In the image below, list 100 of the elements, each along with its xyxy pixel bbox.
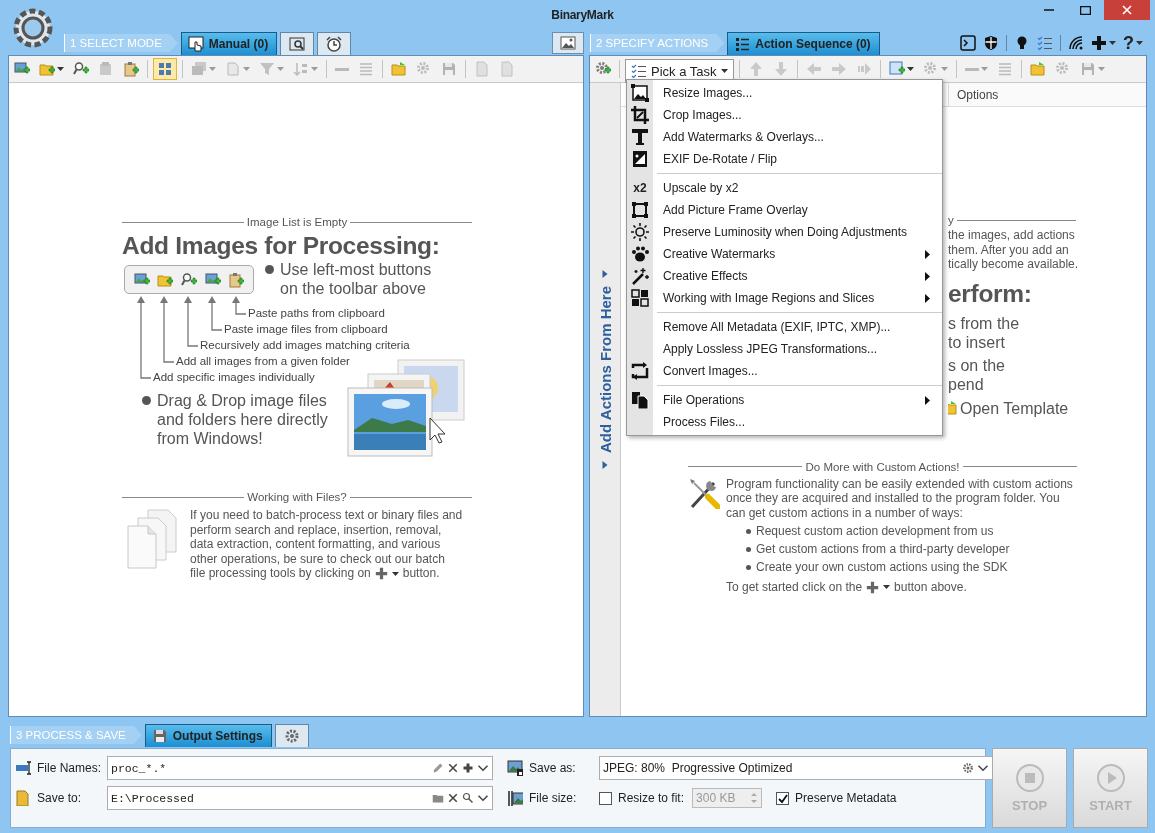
caret-icon	[57, 67, 64, 71]
text: file processing tools by clicking on	[190, 566, 371, 581]
section-title: y	[948, 214, 955, 226]
list-item: Get custom actions from a third-party developer	[756, 542, 1010, 557]
image-add-icon	[14, 61, 30, 77]
document-icon	[499, 61, 515, 77]
heading: erform:	[948, 278, 1033, 309]
clipboard-add-icon	[228, 271, 245, 288]
menu-item[interactable]: Apply Lossless JPEG Transformations...	[627, 338, 942, 360]
tab[interactable]: Output Settings	[144, 724, 272, 747]
tab[interactable]: Manual (0)	[180, 32, 278, 55]
play-icon	[1096, 763, 1125, 792]
resize-icon	[631, 84, 649, 102]
task-picker-dropdown[interactable]: Pick a Task	[625, 58, 734, 83]
menu-item[interactable]: File Operations	[627, 389, 942, 411]
tab[interactable]	[274, 724, 309, 747]
folder-icon	[948, 400, 958, 417]
frame-icon	[631, 201, 649, 219]
tools-icon	[688, 476, 720, 509]
list-icon	[358, 61, 374, 77]
tip-text: s on the	[948, 355, 1006, 375]
folder-icon	[15, 790, 31, 806]
paw-icon	[631, 245, 649, 263]
menu-item[interactable]: Creative Watermarks	[627, 243, 942, 265]
app-logo: BinaryMark	[551, 8, 614, 22]
submenu-arrow-icon	[925, 249, 930, 259]
open-template-link[interactable]: Open Template	[960, 398, 1069, 418]
text: button.	[402, 566, 440, 581]
checklist-icon	[631, 63, 647, 79]
tab[interactable]	[317, 32, 352, 55]
save-icon	[151, 728, 168, 744]
search-icon	[289, 36, 306, 52]
image-add-icon	[133, 271, 150, 288]
folder-icon	[432, 792, 444, 804]
text: To get started click on the	[726, 579, 863, 595]
magnifier-add-icon	[73, 61, 89, 77]
minus-icon	[964, 67, 979, 71]
gear-icon	[1054, 61, 1071, 77]
menu-item[interactable]: x2 Upscale by x2	[627, 177, 942, 199]
menu-item[interactable]: Convert Images...	[627, 360, 942, 382]
plus-button[interactable]	[1091, 35, 1116, 51]
menu-item[interactable]: Crop Images...	[627, 104, 942, 126]
image-add-icon	[204, 271, 221, 288]
square-add-icon	[888, 61, 905, 77]
menu-item[interactable]: Process Files...	[627, 411, 942, 433]
list-item: Request custom action development from us	[756, 524, 994, 539]
rotate-icon	[631, 150, 649, 168]
caret-icon	[883, 585, 891, 590]
callout-label: Paste paths from clipboard	[248, 306, 385, 320]
settings-icon[interactable]	[11, 6, 55, 50]
checkbox[interactable]	[599, 791, 612, 805]
help-button[interactable]: ?	[1123, 34, 1143, 52]
save-to-field[interactable]: E:\Processed	[107, 786, 493, 810]
checkbox[interactable]	[776, 791, 790, 805]
menu-item[interactable]: Working with Image Regions and Slices	[627, 287, 942, 309]
checklist-button[interactable]	[1037, 35, 1053, 51]
hand-cursor-icon	[187, 36, 204, 52]
section-title: Do More with Custom Actions!	[804, 460, 961, 473]
gear-icon	[962, 762, 974, 774]
list-icon	[996, 61, 1013, 77]
column-header: Options	[948, 83, 1146, 106]
format-dropdown[interactable]: JPEG: 80% Progressive Optimized	[599, 756, 993, 780]
callout-label: Paste image files from clipboard	[224, 322, 388, 336]
plus-icon	[866, 580, 880, 594]
gear-add-icon	[595, 61, 611, 77]
bullet-icon	[265, 265, 274, 274]
tip-text: Use left-most buttons on the toolbar above	[280, 260, 433, 298]
actions-sidebar[interactable]: Add Actions From Here	[590, 83, 621, 716]
crop-icon	[631, 106, 649, 124]
menu-item[interactable]: Creative Effects	[627, 265, 942, 287]
terminal-button[interactable]	[960, 35, 976, 51]
files-icon	[631, 391, 649, 409]
preview-button[interactable]	[552, 32, 584, 54]
spin-arrows-icon	[750, 791, 759, 805]
menu-item[interactable]: Remove All Metadata (EXIF, IPTC, XMP)...	[627, 316, 942, 338]
tab[interactable]	[280, 32, 315, 55]
signal-icon	[1068, 35, 1084, 51]
text-line: the images, add actions	[948, 228, 1076, 243]
paragraph: Program functionality can be easily extended with custom actions once they are acquired and installed to the program folder. You can get custom actions in a number of ways:	[726, 476, 1074, 521]
menu-item[interactable]: Add Watermarks & Overlays...	[627, 126, 942, 148]
menu-item[interactable]: EXIF De-Rotate / Flip	[627, 148, 942, 170]
arrow-left-icon	[805, 61, 822, 77]
picture-icon	[560, 35, 576, 51]
tab[interactable]: Action Sequence (0)	[727, 32, 880, 55]
menu-item[interactable]: Preserve Luminosity when Doing Adjustments	[627, 221, 942, 243]
caret-icon	[277, 67, 284, 71]
signal-button[interactable]	[1068, 35, 1084, 51]
gear-icon	[416, 61, 432, 77]
gear-icon	[283, 728, 300, 744]
close-icon	[1120, 5, 1134, 15]
clear-icon	[447, 762, 459, 774]
save-icon	[441, 61, 457, 77]
bullet-icon	[746, 528, 751, 534]
menu-item[interactable]: Resize Images...	[627, 82, 942, 104]
tip-text: to insert	[948, 332, 1006, 352]
caret-icon	[720, 69, 728, 73]
grid-button[interactable]	[153, 58, 177, 80]
menu-item[interactable]: Add Picture Frame Overlay	[627, 199, 942, 221]
shield-button[interactable]	[983, 35, 999, 51]
file-names-field[interactable]: proc_*.*	[107, 756, 493, 780]
